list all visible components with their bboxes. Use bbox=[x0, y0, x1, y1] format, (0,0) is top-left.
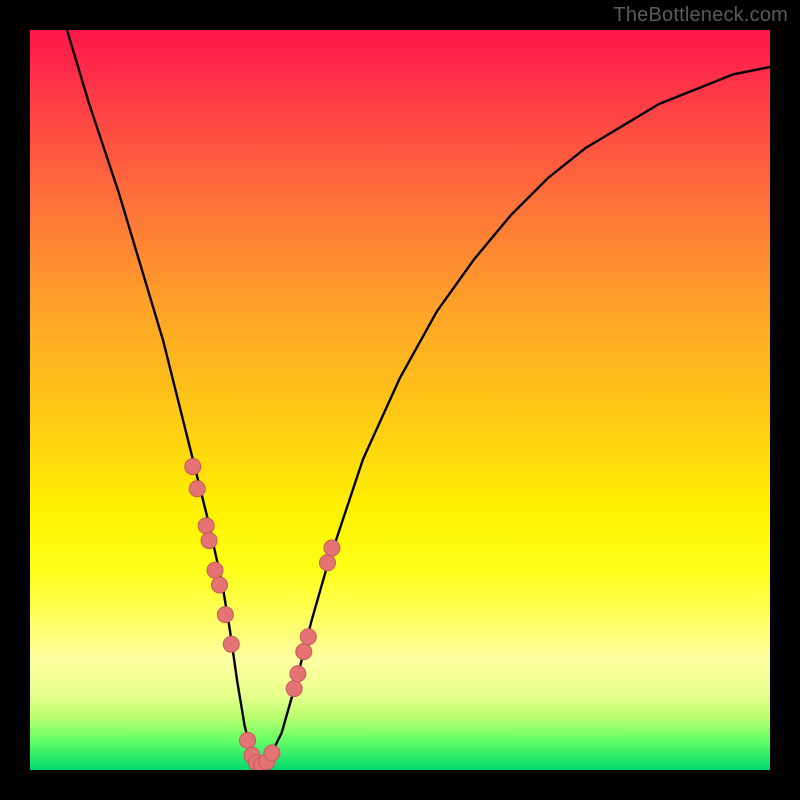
data-marker bbox=[217, 607, 233, 623]
bottleneck-curve-path bbox=[67, 30, 770, 770]
data-marker bbox=[240, 732, 256, 748]
bottleneck-curve bbox=[67, 30, 770, 770]
chart-outer-frame: TheBottleneck.com bbox=[0, 0, 800, 800]
data-marker bbox=[264, 745, 280, 761]
data-marker bbox=[223, 636, 239, 652]
data-marker bbox=[290, 666, 306, 682]
chart-svg bbox=[30, 30, 770, 770]
data-marker bbox=[296, 644, 312, 660]
data-marker bbox=[211, 577, 227, 593]
data-marker bbox=[201, 533, 217, 549]
data-marker bbox=[300, 629, 316, 645]
data-marker bbox=[286, 681, 302, 697]
data-marker bbox=[189, 481, 205, 497]
data-marker bbox=[319, 555, 335, 571]
data-markers bbox=[185, 459, 340, 770]
watermark-label: TheBottleneck.com bbox=[613, 4, 788, 27]
data-marker bbox=[207, 562, 223, 578]
data-marker bbox=[185, 459, 201, 475]
data-marker bbox=[324, 540, 340, 556]
data-marker bbox=[198, 518, 214, 534]
plot-area bbox=[30, 30, 770, 770]
